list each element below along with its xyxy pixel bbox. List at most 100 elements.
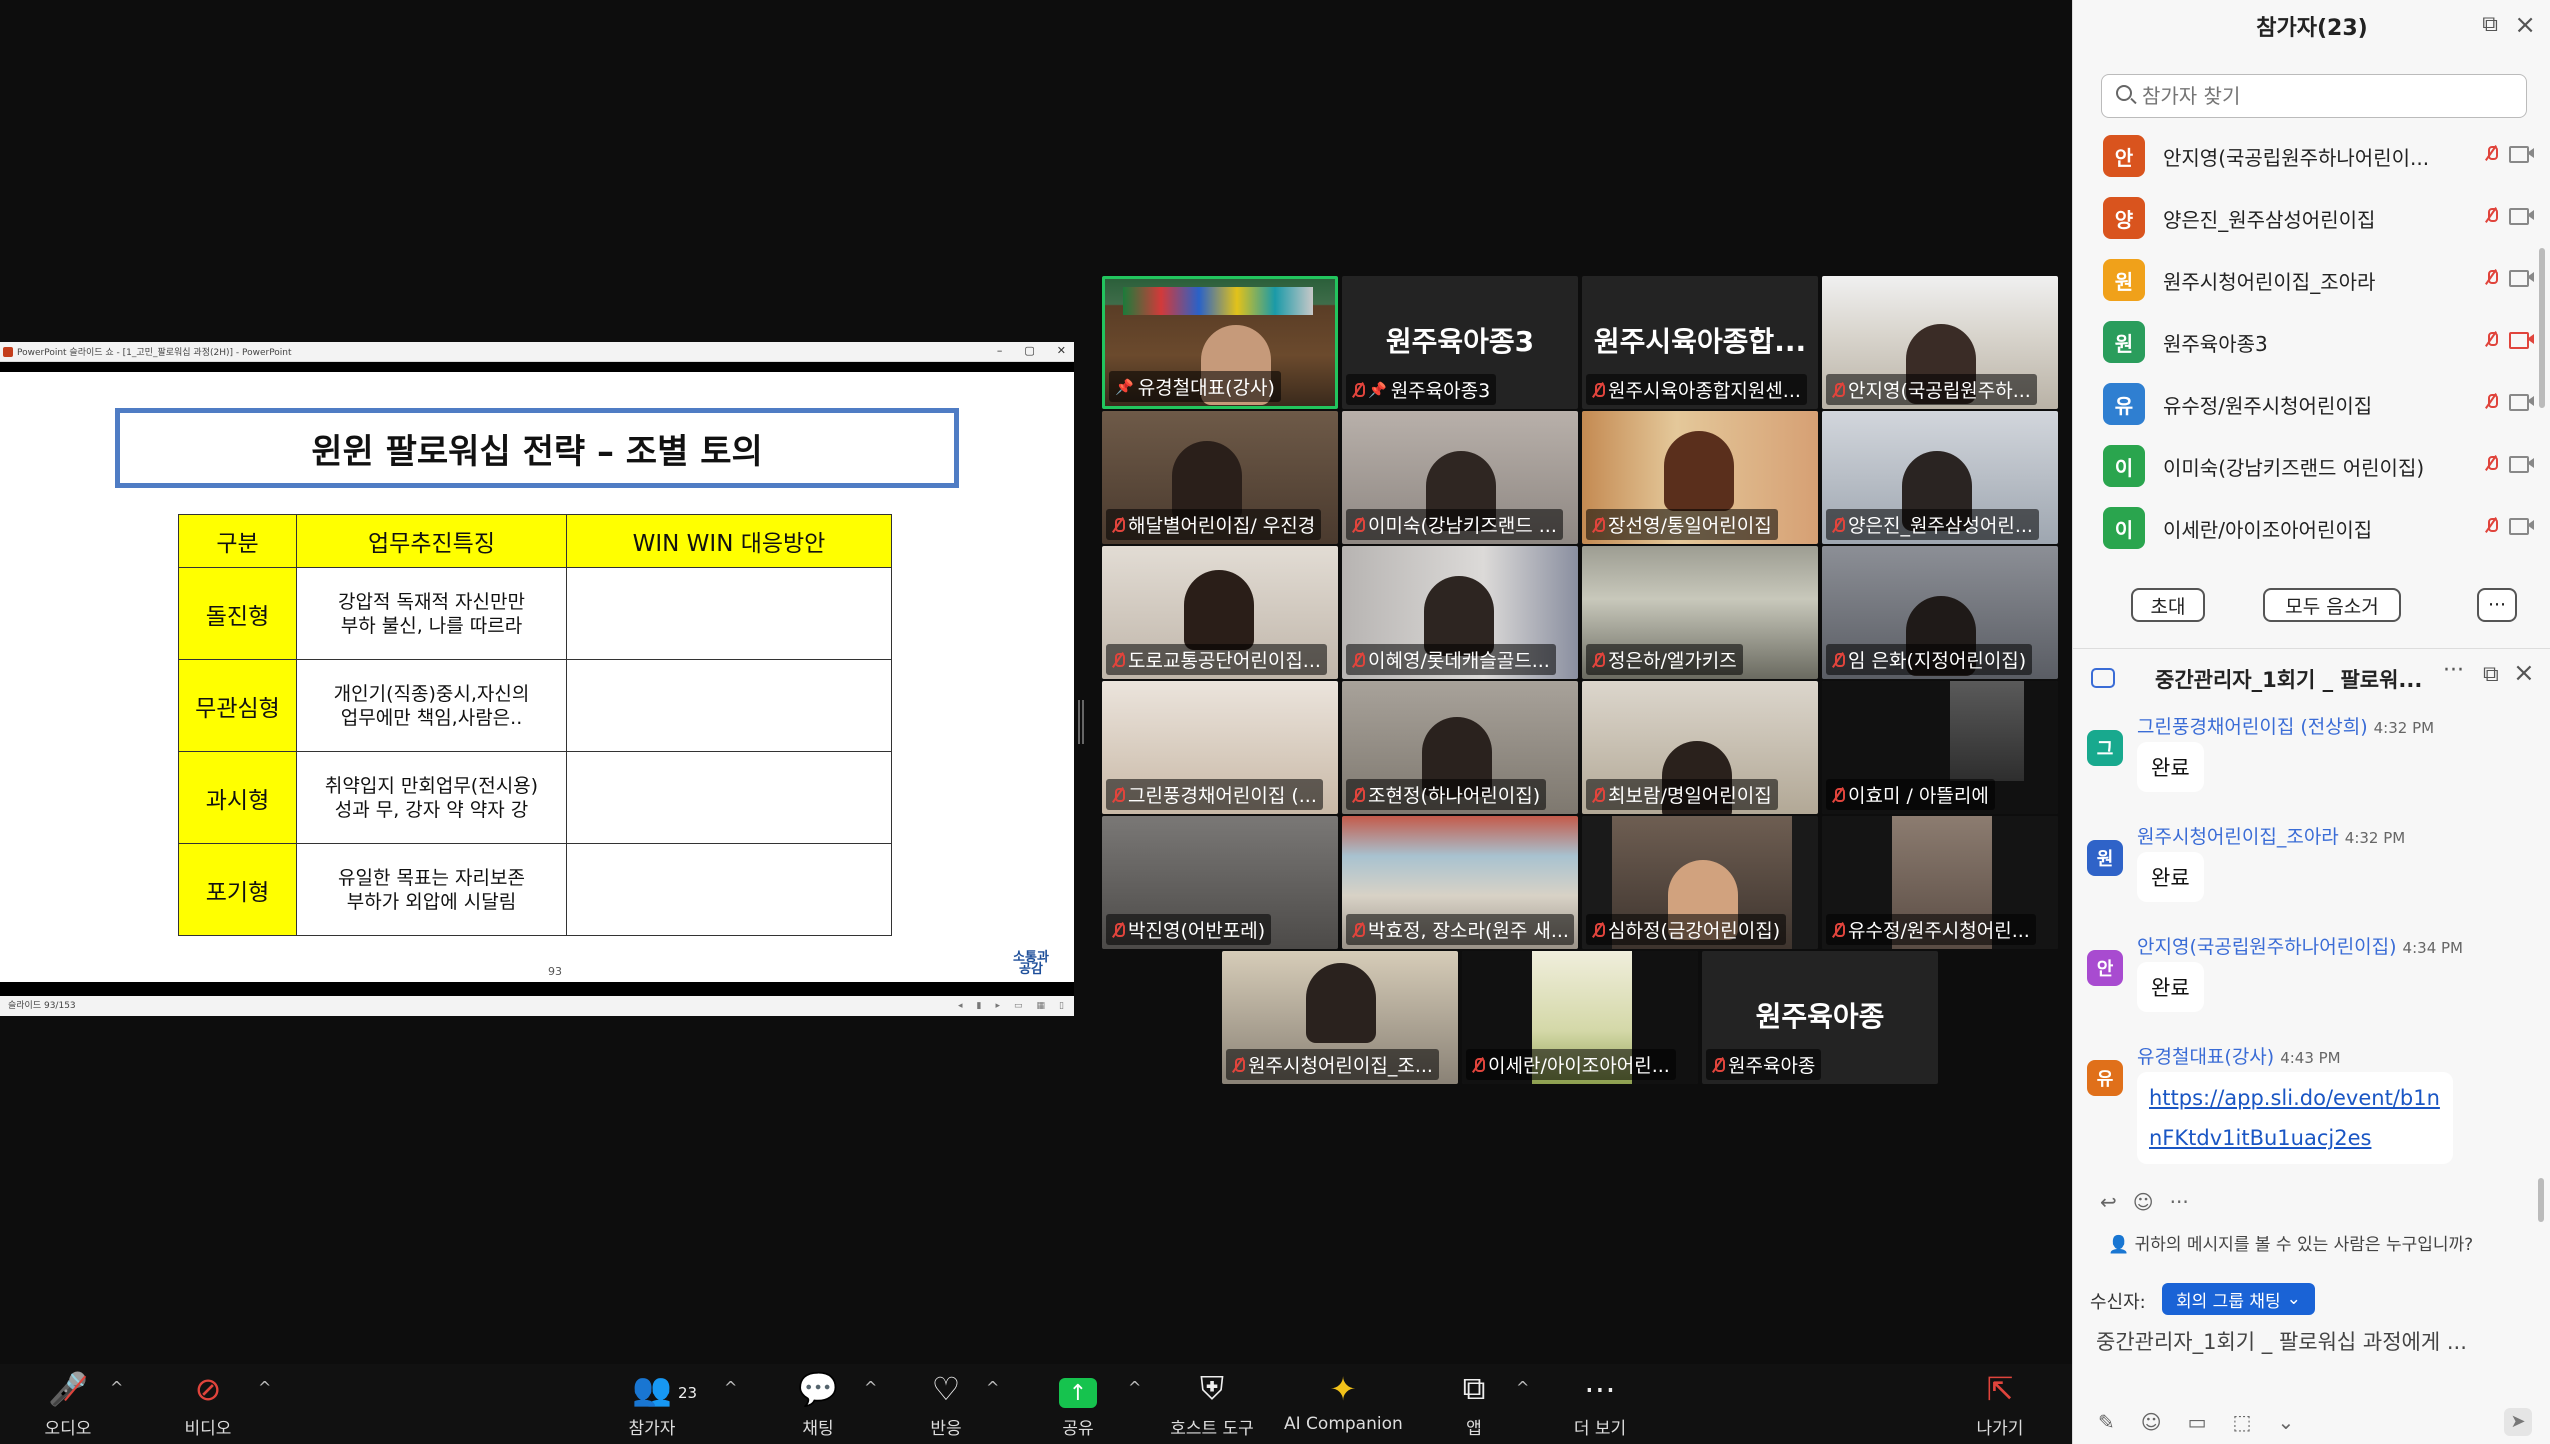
video-tile[interactable]: 임 은화(지정어린이집) (1822, 546, 2058, 679)
reactions-button[interactable]: ♡ 반응 ^ (886, 1364, 1006, 1444)
chat-button[interactable]: 💬 채팅 ^ (758, 1364, 878, 1444)
invite-button[interactable]: 초대 (2131, 588, 2205, 622)
mic-muted-icon[interactable] (2485, 455, 2498, 471)
mic-muted-icon[interactable] (2485, 517, 2498, 533)
chevron-up-icon[interactable]: ^ (1128, 1378, 1141, 1397)
close-icon[interactable]: × (2514, 10, 2536, 40)
send-button[interactable]: ➤ (2504, 1408, 2532, 1436)
format-icon[interactable]: ✎ (2098, 1410, 2115, 1434)
file-icon[interactable]: ▭ (2188, 1410, 2207, 1434)
chevron-down-icon[interactable]: ⌄ (2277, 1410, 2294, 1434)
chevron-up-icon[interactable]: ^ (258, 1378, 271, 1397)
tile-name-label: 박진영(어반포레) (1106, 914, 1272, 945)
video-tile[interactable]: 📌 유경철대표(강사) (1102, 276, 1338, 409)
video-tile[interactable]: 원주육아종3 📌 원주육아종3 (1342, 276, 1578, 409)
popout-icon[interactable]: ⧉ (2482, 12, 2498, 37)
participant-row[interactable]: 유 유수정/원주시청어린이집 (2103, 378, 2543, 430)
participant-search[interactable] (2101, 74, 2527, 118)
video-icon[interactable] (2509, 144, 2535, 163)
participant-row[interactable]: 이 이세란/아이조아어린이집 (2103, 502, 2543, 554)
popout-icon[interactable]: ⧉ (2483, 662, 2499, 687)
apps-button[interactable]: ⧉ 앱 ^ (1414, 1364, 1534, 1444)
mute-all-button[interactable]: 모두 음소거 (2263, 588, 2401, 622)
video-off-icon[interactable] (2509, 330, 2535, 349)
chat-visibility-info[interactable]: 👤 귀하의 메시지를 볼 수 있는 사람은 누구입니까? (2108, 1230, 2473, 1255)
chat-scrollbar[interactable] (2538, 1178, 2544, 1222)
splitter-handle[interactable] (1078, 700, 1084, 744)
chevron-up-icon[interactable]: ^ (110, 1378, 123, 1397)
table-row: 과시형 취약입지 만회업무(전시용) 성과 무, 강자 약 약자 강 (178, 751, 892, 844)
video-tile[interactable]: 이세란/아이조아어린... (1462, 951, 1698, 1084)
message-link[interactable]: https://app.sli.do/event/b1nnFKtdv1itBu1… (2137, 1072, 2453, 1164)
video-icon[interactable] (2509, 206, 2535, 225)
close-icon[interactable]: × (2513, 658, 2535, 688)
mic-muted-icon[interactable] (2485, 269, 2498, 285)
participant-scrollbar[interactable] (2539, 248, 2545, 408)
participant-row[interactable]: 안 안지영(국공립원주하나어린이... (2103, 130, 2543, 182)
reply-icon[interactable]: ↩ (2100, 1190, 2117, 1214)
slide-page-number: 93 (548, 965, 562, 978)
participant-row[interactable]: 원 원주육아종3 (2103, 316, 2543, 368)
audio-button[interactable]: 🎤̸ 오디오 ^ (8, 1364, 128, 1444)
video-icon[interactable] (2509, 268, 2535, 287)
mic-muted-icon[interactable] (2485, 393, 2498, 409)
tile-name-label: 📌 유경철대표(강사) (1109, 371, 1281, 402)
video-tile[interactable]: 해달별어린이집/ 우진경 (1102, 411, 1338, 544)
search-input[interactable] (2142, 83, 2512, 109)
participant-name: 원주육아종3 (2163, 331, 2268, 356)
video-tile[interactable]: 최보람/명일어린이집 (1582, 681, 1818, 814)
host-tools-button[interactable]: ⛨ 호스트 도구 (1152, 1364, 1272, 1444)
screenshot-icon[interactable]: ⬚ (2233, 1410, 2252, 1434)
slide-letterbox-top (0, 362, 1074, 372)
video-tile[interactable]: 장선영/통일어린이집 (1582, 411, 1818, 544)
participants-button[interactable]: 👥 참가자 23 ^ (592, 1364, 738, 1444)
video-button[interactable]: ⊘ 비디오 ^ (148, 1364, 272, 1444)
mic-muted-icon (1592, 787, 1605, 803)
video-tile[interactable]: 유수정/원주시청어린... (1822, 816, 2058, 949)
tile-name-label: 안지영(국공립원주하... (1826, 374, 2037, 405)
participant-row[interactable]: 이 이미숙(강남키즈랜드 어린이집) (2103, 440, 2543, 492)
video-tile[interactable]: 이효미 / 아뜰리에 (1822, 681, 2058, 814)
emoji-react-icon[interactable]: ☺ (2133, 1190, 2154, 1214)
recipient-dropdown[interactable]: 회의 그룹 채팅 ⌄ (2162, 1283, 2315, 1315)
video-tile[interactable]: 원주시육아종합... 원주시육아종합지원센... (1582, 276, 1818, 409)
share-button[interactable]: ↑ 공유 ^ (1018, 1364, 1141, 1444)
video-tile[interactable]: 원주육아종 원주육아종 (1702, 951, 1938, 1084)
video-tile[interactable]: 조현정(하나어린이집) (1342, 681, 1578, 814)
table-row: 무관심형 개인기(직종)중시,자신의 업무에만 책임,사람은.. (178, 659, 892, 752)
message-bubble: 완료 (2137, 852, 2204, 902)
chevron-up-icon[interactable]: ^ (986, 1378, 999, 1397)
video-tile[interactable]: 심하정(금강어린이집) (1582, 816, 1818, 949)
video-tile[interactable]: 정은하/엘가키즈 (1582, 546, 1818, 679)
video-tile[interactable]: 양은진_원주삼성어린... (1822, 411, 2058, 544)
video-tile[interactable]: 박효정, 장소라(원주 새... (1342, 816, 1578, 949)
chevron-up-icon[interactable]: ^ (864, 1378, 877, 1397)
mic-muted-icon (1232, 1057, 1245, 1073)
leave-button[interactable]: ⇱ 나가기 (1940, 1364, 2060, 1444)
video-tile[interactable]: 그린풍경채어린이집 (... (1102, 681, 1338, 814)
video-icon[interactable] (2509, 392, 2535, 411)
ai-companion-button[interactable]: ✦ AI Companion (1284, 1364, 1403, 1444)
more-button[interactable]: ⋯ 더 보기 (1540, 1364, 1660, 1444)
emoji-icon[interactable]: ☺ (2141, 1410, 2162, 1434)
video-icon[interactable] (2509, 516, 2535, 535)
chat-input[interactable]: 중간관리자_1회기 _ 팔로워십 과정에게 ... (2096, 1326, 2526, 1356)
chevron-up-icon[interactable]: ^ (1516, 1378, 1529, 1397)
participant-row[interactable]: 양 양은진_원주삼성어린이집 (2103, 192, 2543, 244)
mic-muted-icon[interactable] (2485, 145, 2498, 161)
chevron-up-icon[interactable]: ^ (724, 1378, 737, 1397)
more-icon[interactable]: ··· (2170, 1190, 2189, 1214)
video-tile[interactable]: 박진영(어반포레) (1102, 816, 1338, 949)
video-tile[interactable]: 원주시청어린이집_조... (1222, 951, 1458, 1084)
video-tile[interactable]: 이혜영/롯데캐슬골드... (1342, 546, 1578, 679)
video-icon[interactable] (2509, 454, 2535, 473)
more-icon[interactable]: ··· (2443, 658, 2464, 683)
tile-name-label: 장선영/통일어린이집 (1586, 509, 1778, 540)
mic-muted-icon[interactable] (2485, 207, 2498, 223)
video-tile[interactable]: 이미숙(강남키즈랜드 ... (1342, 411, 1578, 544)
more-options-button[interactable]: ··· (2477, 588, 2517, 622)
participant-row[interactable]: 원 원주시청어린이집_조아라 (2103, 254, 2543, 306)
mic-muted-icon[interactable] (2485, 331, 2498, 347)
video-tile[interactable]: 안지영(국공립원주하... (1822, 276, 2058, 409)
video-tile[interactable]: 도로교통공단어린이집... (1102, 546, 1338, 679)
